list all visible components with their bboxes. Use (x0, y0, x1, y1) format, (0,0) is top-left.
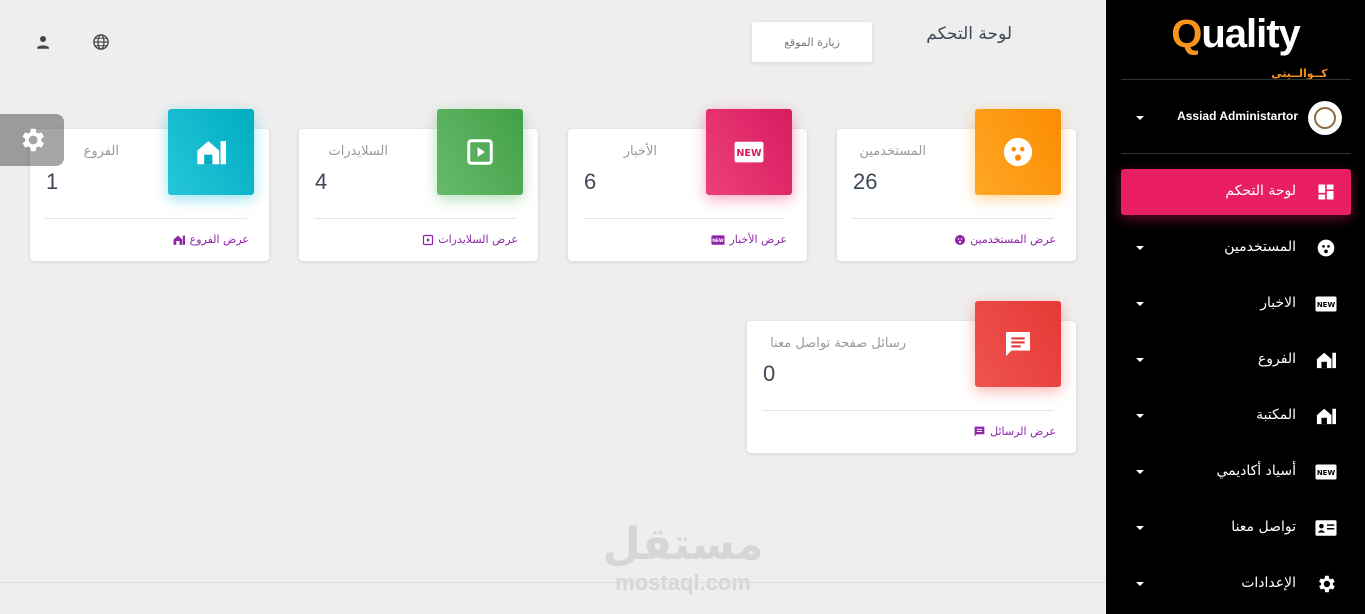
chevron-down-icon (1136, 526, 1144, 530)
store-icon (1315, 349, 1337, 371)
gear-icon (1315, 573, 1337, 595)
sidebar-item-label: تواصل معنا (1231, 519, 1296, 535)
view-users-link[interactable]: عرض المستخدمين (954, 233, 1056, 246)
view-branches-link[interactable]: عرض الفروع (172, 233, 249, 246)
sidebar-item-contact[interactable]: تواصل معنا (1121, 505, 1351, 551)
user-icon[interactable] (33, 32, 53, 52)
stat-card-branches: الفروع 1 عرض الفروع (30, 109, 269, 261)
emblem-icon (1314, 107, 1336, 129)
play-box-icon (437, 109, 523, 195)
watermark-latin: mostaql.com (615, 570, 751, 595)
settings-toggle-button[interactable] (0, 114, 64, 166)
chevron-down-icon (1136, 414, 1144, 418)
card-divider (583, 218, 785, 219)
chevron-down-icon (1136, 470, 1144, 474)
stat-card-users: المستخدمين 26 عرض المستخدمين (837, 109, 1076, 261)
chevron-down-icon (1136, 116, 1144, 120)
user-menu[interactable]: Assiad Administartor (1106, 100, 1365, 136)
card-category: المستخدمين (859, 144, 926, 159)
message-icon (974, 426, 985, 437)
logo-subtitle: كــوالــيتي (1271, 67, 1328, 80)
card-value: 26 (853, 169, 878, 194)
store-icon (173, 235, 185, 245)
card-divider (762, 410, 1054, 411)
card-footer-label: عرض الأخبار (729, 233, 787, 246)
card-footer-label: عرض السلايدرات (438, 233, 518, 246)
user-name: Assiad Administartor (1177, 109, 1298, 123)
view-sliders-link[interactable]: عرض السلايدرات (422, 233, 518, 246)
svg-text:NEW: NEW (1317, 469, 1336, 477)
new-badge-icon: NEW (1315, 293, 1337, 315)
sidebar-item-dashboard[interactable]: لوحة التحكم (1121, 169, 1351, 215)
new-badge-icon: NEW (706, 109, 792, 195)
store-icon (168, 109, 254, 195)
stat-card-news: NEW الأخبار 6 NEW عرض الأخبار (568, 109, 807, 261)
sidebar-item-branches[interactable]: الفروع (1121, 337, 1351, 383)
message-icon (975, 301, 1061, 387)
sidebar-item-news[interactable]: NEW الاخبار (1121, 281, 1351, 327)
store-icon (1315, 405, 1337, 427)
new-badge-icon: NEW (711, 234, 726, 245)
sidebar-item-label: لوحة التحكم (1225, 183, 1296, 199)
brand-logo[interactable]: Quality كــوالــيتي (1106, 12, 1365, 80)
sidebar-item-label: أسياد أكاديمي (1216, 463, 1296, 479)
logo-q: Q (1171, 12, 1202, 56)
card-value: 1 (46, 169, 59, 194)
svg-text:NEW: NEW (736, 148, 762, 159)
users-face-icon (975, 109, 1061, 195)
sidebar-item-label: المستخدمين (1224, 239, 1296, 255)
sidebar: Quality كــوالــيتي Assiad Administartor… (1106, 0, 1365, 614)
card-value: 6 (584, 169, 597, 194)
card-value: 0 (763, 361, 776, 386)
globe-icon[interactable] (91, 32, 111, 52)
card-divider (45, 218, 247, 219)
card-value: 4 (315, 169, 328, 194)
sidebar-item-label: المكتبة (1256, 407, 1296, 423)
visit-site-button[interactable]: زيارة الموقع (752, 22, 872, 62)
view-news-link[interactable]: NEW عرض الأخبار (711, 233, 787, 246)
sidebar-item-academy[interactable]: NEW أسياد أكاديمي (1121, 449, 1351, 495)
chevron-down-icon (1136, 582, 1144, 586)
footer-divider (0, 582, 1106, 583)
users-face-icon (1315, 237, 1337, 259)
svg-text:NEW: NEW (713, 237, 725, 243)
watermark-arabic: مستقل (602, 519, 764, 570)
sidebar-item-settings[interactable]: الإعدادات (1121, 561, 1351, 607)
users-face-icon (955, 234, 966, 245)
stat-card-sliders: السلايدرات 4 عرض السلايدرات (299, 109, 538, 261)
logo-wordmark: Quality كــوالــيتي (1171, 12, 1328, 80)
card-footer-label: عرض المستخدمين (970, 233, 1056, 246)
card-category: الفروع (83, 144, 119, 159)
stat-card-messages: رسائل صفحة تواصل معنا 0 عرض الرسائل (747, 301, 1076, 453)
chevron-down-icon (1136, 302, 1144, 306)
sidebar-divider (1121, 153, 1351, 154)
page-title: لوحة التحكم (926, 24, 1012, 44)
sidebar-divider (1121, 79, 1351, 80)
contact-card-icon (1315, 517, 1337, 539)
sidebar-item-users[interactable]: المستخدمين (1121, 225, 1351, 271)
sidebar-item-label: الإعدادات (1241, 575, 1296, 591)
view-messages-link[interactable]: عرض الرسائل (973, 425, 1056, 438)
chevron-down-icon (1136, 246, 1144, 250)
watermark: مستقل mostaql.com (598, 520, 768, 596)
play-box-icon (423, 234, 434, 245)
card-category: رسائل صفحة تواصل معنا (770, 336, 906, 351)
avatar (1308, 101, 1342, 135)
sidebar-item-label: الفروع (1257, 351, 1296, 367)
logo-main: uality (1201, 12, 1300, 56)
dashboard-icon (1315, 181, 1337, 203)
card-divider (314, 218, 516, 219)
gear-icon (22, 128, 45, 152)
card-divider (852, 218, 1054, 219)
svg-text:NEW: NEW (1317, 301, 1336, 309)
sidebar-item-label: الاخبار (1260, 295, 1296, 311)
card-footer-label: عرض الرسائل (990, 425, 1056, 438)
card-category: السلايدرات (328, 144, 389, 159)
chevron-down-icon (1136, 358, 1144, 362)
card-footer-label: عرض الفروع (189, 233, 249, 246)
card-category: الأخبار (623, 144, 657, 159)
sidebar-item-library[interactable]: المكتبة (1121, 393, 1351, 439)
new-badge-icon: NEW (1315, 461, 1337, 483)
